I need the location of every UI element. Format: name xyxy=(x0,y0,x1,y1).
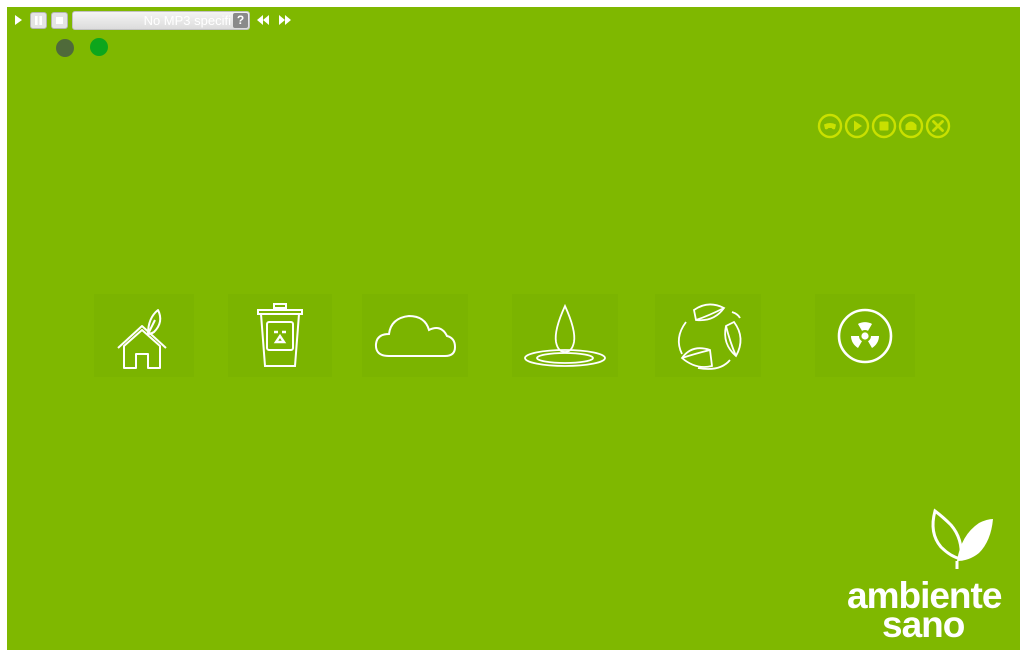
track-title: No MP3 specifi xyxy=(143,12,231,28)
stop-icon xyxy=(56,16,63,24)
status-dot-inactive xyxy=(56,39,74,57)
nav-play-button[interactable] xyxy=(844,113,870,139)
leaf-logo-icon xyxy=(931,508,993,569)
nav-controls xyxy=(817,113,951,139)
cloud-icon xyxy=(374,314,457,357)
play-icon xyxy=(844,113,870,139)
stop-icon xyxy=(871,113,897,139)
stop-button[interactable] xyxy=(51,11,68,29)
play-button[interactable] xyxy=(9,12,26,29)
eco-house-icon xyxy=(117,308,167,369)
home-button[interactable] xyxy=(898,113,924,139)
recycle-leaves-icon xyxy=(677,303,742,370)
pause-button[interactable] xyxy=(30,11,47,29)
close-icon xyxy=(925,113,951,139)
tile-water-drop[interactable] xyxy=(512,294,618,377)
status-dot-active xyxy=(90,38,108,56)
home-icon xyxy=(898,113,924,139)
close-button[interactable] xyxy=(925,113,951,139)
tile-recycle-leaves[interactable] xyxy=(655,294,761,377)
track-display[interactable]: No MP3 specifi ? xyxy=(72,10,250,30)
pause-icon xyxy=(35,15,42,25)
nav-stop-button[interactable] xyxy=(871,113,897,139)
logo-text-sano: sano xyxy=(882,604,965,645)
app-stage: No MP3 specifi ? ambiente sano xyxy=(7,7,1020,650)
recycle-bin-icon xyxy=(257,302,303,367)
gamepad-icon xyxy=(817,113,843,139)
tile-cloud[interactable] xyxy=(362,294,468,377)
tile-recycle-bin[interactable] xyxy=(228,294,332,377)
tile-eco-house[interactable] xyxy=(94,294,194,377)
mp3-player: No MP3 specifi ? xyxy=(9,10,294,30)
rewind-icon xyxy=(257,15,269,25)
play-icon xyxy=(14,15,22,25)
fast-forward-icon xyxy=(279,15,291,25)
water-drop-icon xyxy=(524,303,606,367)
ambiente-sano-logo: ambiente sano xyxy=(847,507,1017,647)
tile-radiation[interactable] xyxy=(815,294,915,377)
fast-forward-button[interactable] xyxy=(276,12,294,29)
radiation-icon xyxy=(837,308,893,363)
help-button[interactable]: ? xyxy=(233,12,248,28)
game-button[interactable] xyxy=(817,113,843,139)
rewind-button[interactable] xyxy=(254,12,272,29)
